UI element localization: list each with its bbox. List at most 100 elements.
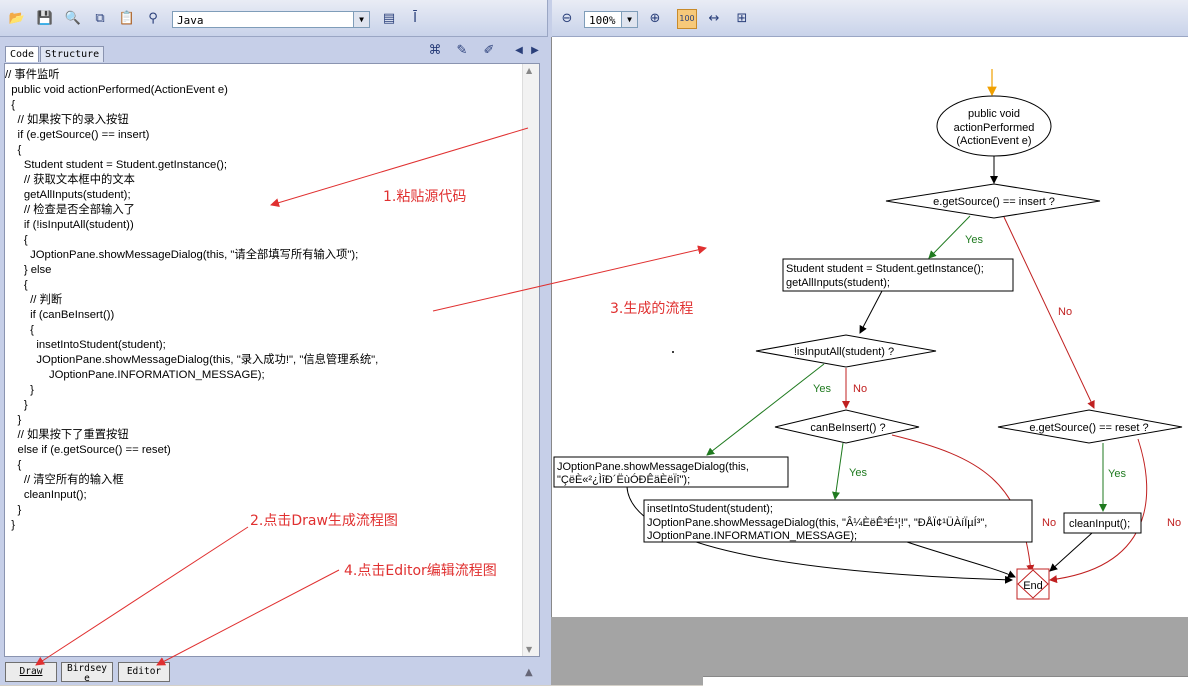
nav-right-icon[interactable]: ▶ xyxy=(526,42,544,60)
code-line: cleanInput(); xyxy=(5,489,87,501)
code-line: // 如果按下了重置按钮 xyxy=(5,429,129,441)
end-text: End xyxy=(1023,580,1043,592)
actual-size-icon[interactable]: 100 xyxy=(677,9,697,29)
edge-p3-end xyxy=(906,541,1016,578)
annotation-step2: 2.点击Draw生成流程图 xyxy=(250,513,398,529)
annotation-step3: 3.生成的流程 xyxy=(610,301,694,317)
find-icon[interactable]: ⚲ xyxy=(144,10,162,28)
code-line: { xyxy=(5,324,34,336)
editor-button[interactable]: Editor xyxy=(118,662,170,682)
stray-dot xyxy=(672,351,674,353)
flowchart-canvas[interactable]: public void actionPerformed (ActionEvent… xyxy=(551,37,1188,617)
zoom-select[interactable]: 100% ▼ xyxy=(584,11,638,28)
code-line: // 如果按下的录入按钮 xyxy=(5,114,129,126)
decision-insert-text: e.getSource() == insert ? xyxy=(933,196,1055,208)
code-line: { xyxy=(5,234,28,246)
code-line: insetIntoStudent(student); xyxy=(5,339,166,351)
copy-icon[interactable]: ⧉ xyxy=(91,10,109,28)
code-line: } xyxy=(5,384,34,396)
code-line: // 获取文本框中的文本 xyxy=(5,174,135,186)
chevron-down-icon[interactable]: ▼ xyxy=(621,12,637,27)
code-line: if (canBeInsert()) xyxy=(5,309,115,321)
edge-p1-d2 xyxy=(859,290,883,334)
process-show-warning-text-2: "ÇëÈ«²¿ÌîÐ´ËùÓÐÊäÈëÏî"); xyxy=(557,473,690,486)
edge-d1-yes xyxy=(928,215,971,259)
code-line: if (!isInputAll(student)) xyxy=(5,219,134,231)
yes-label: Yes xyxy=(813,383,831,395)
code-line: JOptionPane.showMessageDialog(this, "请全部… xyxy=(5,249,359,261)
process-insert-student-text-2: JOptionPane.showMessageDialog(this, "Â¼È… xyxy=(647,516,987,529)
code-line: getAllInputs(student); xyxy=(5,189,131,201)
edge-p4-end xyxy=(1049,532,1093,572)
scroll-up-icon[interactable]: ▲ xyxy=(526,66,532,75)
no-label: No xyxy=(1058,306,1072,318)
code-line: } xyxy=(5,519,16,531)
vertical-scrollbar[interactable]: ▲ ▼ xyxy=(522,64,539,656)
decision-can-insert-text: canBeInsert() ? xyxy=(810,422,885,434)
code-line: } xyxy=(5,414,22,426)
tree-view-icon[interactable]: ⌘ xyxy=(426,42,444,60)
zoom-in-icon[interactable]: ⊕ xyxy=(646,10,664,28)
code-line: JOptionPane.INFORMATION_MESSAGE); xyxy=(5,369,265,381)
process-get-student-text-2: getAllInputs(student); xyxy=(786,277,890,289)
yes-label: Yes xyxy=(1108,468,1126,480)
code-line: } else xyxy=(5,264,52,276)
collapse-icon[interactable]: ▲ xyxy=(525,667,533,678)
annotation-step4: 4.点击Editor编辑流程图 xyxy=(344,563,497,579)
editor-button-label: Editor xyxy=(126,666,162,677)
paste-icon[interactable]: 📋 xyxy=(118,10,136,28)
code-line: // 检查是否全部输入了 xyxy=(5,204,135,216)
right-toolbar: ⊖ 100% ▼ ⊕ 100 ↔ ⊞ xyxy=(552,0,1188,37)
tree-edit-icon[interactable]: ✎ xyxy=(453,42,471,60)
edge-d1-no xyxy=(1003,216,1095,409)
fit-width-icon[interactable]: ↔ xyxy=(705,10,723,28)
no-label: No xyxy=(1042,517,1056,529)
tree-delete-icon[interactable]: ✐ xyxy=(480,42,498,60)
text-cursor-icon[interactable]: Ī xyxy=(406,10,424,28)
decision-input-all-text: !isInputAll(student) ? xyxy=(794,346,894,358)
process-show-warning-text-1: JOptionPane.showMessageDialog(this, xyxy=(557,461,749,473)
open-folder-icon[interactable]: 📂 xyxy=(8,10,26,28)
code-line: { xyxy=(5,99,16,111)
print-preview-icon[interactable]: 🔍 xyxy=(64,10,82,28)
birdseye-button[interactable]: Birdsey e xyxy=(61,662,113,684)
code-line: // 事件监听 xyxy=(5,69,60,81)
language-select[interactable]: Java ▼ xyxy=(172,11,370,28)
code-line: { xyxy=(5,144,22,156)
flowchart-pane: public void actionPerformed (ActionEvent… xyxy=(551,37,1188,686)
code-line: Student student = Student.getInstance(); xyxy=(5,159,227,171)
birdseye-label-2: e xyxy=(84,673,90,684)
zoom-out-icon[interactable]: ⊖ xyxy=(558,10,576,28)
left-toolbar: 📂 💾 🔍 ⧉ 📋 ⚲ Java ▼ ▤ Ī xyxy=(0,0,548,37)
code-line: { xyxy=(5,459,22,471)
code-line: // 清空所有的输入框 xyxy=(5,474,124,486)
process-clean-input-text: cleanInput(); xyxy=(1069,518,1130,530)
code-line: JOptionPane.showMessageDialog(this, "录入成… xyxy=(5,354,379,366)
code-line: } xyxy=(5,399,28,411)
save-icon[interactable]: 💾 xyxy=(36,10,54,28)
yes-label: Yes xyxy=(849,467,867,479)
decision-reset-text: e.getSource() == reset ? xyxy=(1029,422,1148,434)
process-insert-student-text-1: insetIntoStudent(student); xyxy=(647,503,773,515)
tab-structure[interactable]: Structure xyxy=(40,46,105,62)
draw-button[interactable]: Draw xyxy=(5,662,57,682)
code-line: { xyxy=(5,279,28,291)
edge-d4-no xyxy=(1049,438,1148,584)
no-label: No xyxy=(1167,517,1181,529)
fit-page-icon[interactable]: ⊞ xyxy=(733,10,751,28)
scroll-down-icon[interactable]: ▼ xyxy=(526,645,532,654)
code-line: } xyxy=(5,504,22,516)
no-label: No xyxy=(853,383,867,395)
process-insert-student-text-3: JOptionPane.INFORMATION_MESSAGE); xyxy=(647,530,857,542)
code-line: else if (e.getSource() == reset) xyxy=(5,444,171,456)
tab-code[interactable]: Code xyxy=(5,46,40,62)
start-text-1: public void xyxy=(968,108,1020,120)
code-pane: Code Structure ⌘ ✎ ✐ ◀ ▶ // 事件监听 public … xyxy=(0,37,548,685)
code-line: public void actionPerformed(ActionEvent … xyxy=(5,84,228,96)
chevron-down-icon[interactable]: ▼ xyxy=(353,12,369,27)
draw-button-label: Draw xyxy=(19,666,43,677)
format-icon[interactable]: ▤ xyxy=(380,10,398,28)
start-text-3: (ActionEvent e) xyxy=(956,135,1031,147)
yes-label: Yes xyxy=(965,234,983,246)
edge-d2-yes xyxy=(706,363,825,456)
